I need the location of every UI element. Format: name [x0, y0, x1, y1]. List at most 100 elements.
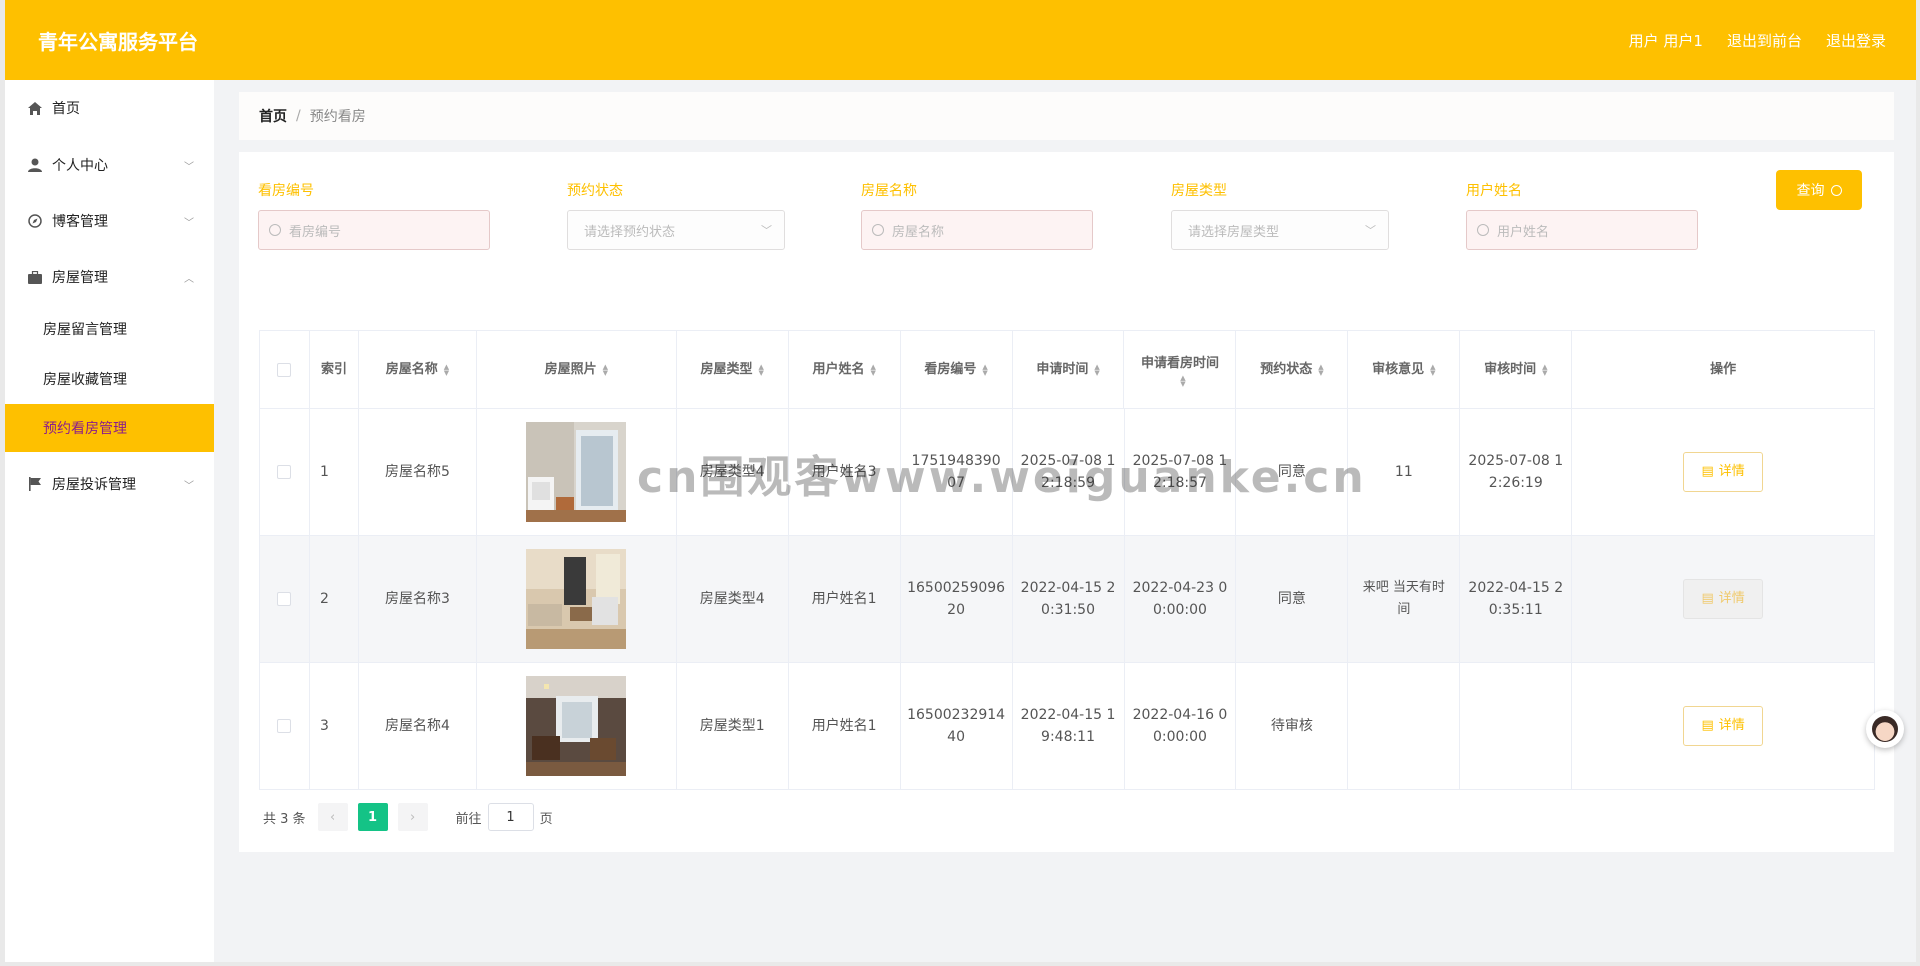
- sort-icon[interactable]: ▲ ▼: [870, 363, 875, 376]
- search-icon: [269, 224, 281, 236]
- pagination: 共 3 条 ‹ 1 › 前往 1 页: [263, 803, 553, 831]
- sidebar: 首页 个人中心 ﹀ 博客管理 ﹀ 房屋管理 ︿ 房屋留言管理 房屋收藏管理 预约…: [5, 80, 214, 962]
- submenu-label: 预约看房管理: [43, 421, 127, 437]
- sort-icon[interactable]: ▲ ▼: [1180, 374, 1185, 387]
- document-icon: ▤: [1701, 591, 1714, 606]
- cell-photo: [477, 663, 677, 789]
- sort-icon[interactable]: ▲ ▼: [1542, 363, 1547, 376]
- house-photo[interactable]: [526, 422, 627, 522]
- cell-opinion: [1348, 663, 1461, 789]
- col-user-name[interactable]: 用户姓名 ▲ ▼: [789, 331, 901, 408]
- chevron-down-icon: ﹀: [184, 480, 194, 492]
- cell-house-type: 房屋类型4: [677, 536, 789, 662]
- document-icon: ▤: [1701, 718, 1714, 733]
- sidebar-item-label: 首页: [52, 101, 80, 117]
- col-apply-time[interactable]: 申请时间 ▲ ▼: [1013, 331, 1125, 408]
- row-checkbox[interactable]: [277, 465, 292, 479]
- sort-icon[interactable]: ▲ ▼: [982, 363, 987, 376]
- goto-suffix: 页: [539, 811, 553, 827]
- submenu-house-message[interactable]: 房屋留言管理: [5, 305, 214, 353]
- chevron-down-icon: ﹀: [184, 217, 194, 229]
- house-photo[interactable]: [526, 676, 627, 776]
- row-checkbox[interactable]: [277, 719, 292, 733]
- sidebar-item-label: 个人中心: [52, 158, 108, 174]
- col-visit-time[interactable]: 申请看房时间 ▲ ▼: [1124, 331, 1237, 408]
- house-name-search-input[interactable]: 房屋名称: [861, 210, 1093, 250]
- submenu-viewing-booking[interactable]: 预约看房管理: [5, 404, 214, 452]
- sort-icon[interactable]: ▲ ▼: [1430, 363, 1435, 376]
- col-house-name[interactable]: 房屋名称 ▲ ▼: [359, 331, 477, 408]
- col-opinion[interactable]: 审核意见 ▲ ▼: [1348, 331, 1461, 408]
- briefcase-icon: [27, 269, 43, 285]
- breadcrumb-home[interactable]: 首页: [259, 106, 287, 126]
- col-index: 索引: [310, 331, 359, 408]
- page-number-current[interactable]: 1: [357, 803, 388, 831]
- sidebar-item-complaint[interactable]: 房屋投诉管理 ﹀: [5, 463, 214, 505]
- col-status[interactable]: 预约状态 ▲ ▼: [1236, 331, 1349, 408]
- submenu-house-favorite[interactable]: 房屋收藏管理: [5, 355, 214, 403]
- sidebar-item-house[interactable]: 房屋管理 ︿: [5, 256, 214, 298]
- filter-label-house-name: 房屋名称: [861, 183, 917, 199]
- cell-user-name: 用户姓名1: [789, 663, 901, 789]
- col-actions: 操作: [1572, 331, 1876, 408]
- sidebar-item-personal[interactable]: 个人中心 ﹀: [5, 144, 214, 186]
- detail-button[interactable]: ▤ 详情: [1683, 579, 1764, 619]
- detail-button[interactable]: ▤ 详情: [1683, 452, 1764, 492]
- breadcrumb: 首页 / 预约看房: [239, 92, 1894, 140]
- breadcrumb-separator: /: [296, 108, 301, 124]
- cell-viewing-code: 16500232914 40: [901, 663, 1013, 789]
- row-checkbox[interactable]: [277, 592, 292, 606]
- sidebar-item-label: 博客管理: [52, 214, 108, 230]
- goto-page-input[interactable]: 1: [487, 803, 534, 831]
- search-icon: [872, 224, 884, 236]
- query-button[interactable]: 查询: [1776, 170, 1862, 210]
- sort-icon[interactable]: ▲ ▼: [603, 363, 608, 376]
- cell-index: 1: [310, 409, 359, 535]
- sidebar-item-home[interactable]: 首页: [5, 87, 214, 129]
- header-links: 用户 用户1 退出到前台 退出登录: [1629, 30, 1886, 51]
- table-row: 3 房屋名称4 房屋类型1 用户姓名1 16500232914 40 2022-…: [260, 663, 1876, 790]
- sidebar-item-label: 房屋管理: [52, 270, 108, 286]
- filter-label-status: 预约状态: [567, 183, 623, 199]
- select-all-checkbox[interactable]: [277, 362, 292, 377]
- back-to-front-link[interactable]: 退出到前台: [1727, 30, 1802, 51]
- booking-table: 索引 房屋名称 ▲ ▼ 房屋照片 ▲ ▼ 房屋类型 ▲ ▼ 用户姓名 ▲ ▼ 看房编号 ▲ ▼ 申请…: [259, 330, 1876, 790]
- detail-button[interactable]: ▤ 详情: [1683, 706, 1764, 746]
- top-header: 青年公寓服务平台 用户 用户1 退出到前台 退出登录: [5, 0, 1916, 80]
- next-page-button[interactable]: ›: [397, 803, 428, 831]
- total-count: 共 3 条: [263, 811, 306, 827]
- col-review-time[interactable]: 审核时间 ▲ ▼: [1460, 331, 1573, 408]
- code-search-input[interactable]: 看房编号: [258, 210, 490, 250]
- app-title: 青年公寓服务平台: [38, 30, 198, 54]
- user-name-search-input[interactable]: 用户姓名: [1466, 210, 1698, 250]
- user-label[interactable]: 用户 用户1: [1629, 30, 1703, 51]
- cell-index: 3: [310, 663, 359, 789]
- search-icon: [1830, 184, 1842, 196]
- app-frame: 青年公寓服务平台 用户 用户1 退出到前台 退出登录 首页 个人中心 ﹀ 博客管…: [0, 0, 1920, 966]
- cell-review-time: 2022-04-15 2 0:35:11: [1460, 536, 1573, 662]
- sidebar-item-blog[interactable]: 博客管理 ﹀: [5, 200, 214, 242]
- status-select[interactable]: 请选择预约状态 ﹀: [567, 210, 785, 250]
- sort-icon[interactable]: ▲ ▼: [444, 363, 449, 376]
- sort-icon[interactable]: ▲ ▼: [1094, 363, 1099, 376]
- sort-icon[interactable]: ▲ ▼: [1318, 363, 1323, 376]
- house-type-select[interactable]: 请选择房屋类型 ﹀: [1171, 210, 1389, 250]
- sort-icon[interactable]: ▲ ▼: [759, 363, 764, 376]
- filter-label-house-type: 房屋类型: [1171, 183, 1227, 199]
- cell-photo: [477, 536, 677, 662]
- house-photo[interactable]: [526, 549, 627, 649]
- logout-link[interactable]: 退出登录: [1826, 30, 1886, 51]
- prev-page-button[interactable]: ‹: [317, 803, 348, 831]
- chevron-down-icon: ﹀: [184, 161, 194, 173]
- assistant-avatar-button[interactable]: [1866, 710, 1904, 748]
- cell-index: 2: [310, 536, 359, 662]
- cell-viewing-code: 16500259096 20: [901, 536, 1013, 662]
- table-row: 2 房屋名称3 房屋类型4 用户姓名1 16500259096 20 2022-…: [260, 536, 1876, 663]
- cell-review-time: 2025-07-08 1 2:26:19: [1460, 409, 1573, 535]
- col-viewing-code[interactable]: 看房编号 ▲ ▼: [901, 331, 1013, 408]
- search-icon: [1477, 224, 1489, 236]
- col-house-photo[interactable]: 房屋照片 ▲ ▼: [477, 331, 677, 408]
- submenu-label: 房屋留言管理: [43, 322, 127, 338]
- filter-label-user-name: 用户姓名: [1466, 183, 1522, 199]
- col-house-type[interactable]: 房屋类型 ▲ ▼: [677, 331, 789, 408]
